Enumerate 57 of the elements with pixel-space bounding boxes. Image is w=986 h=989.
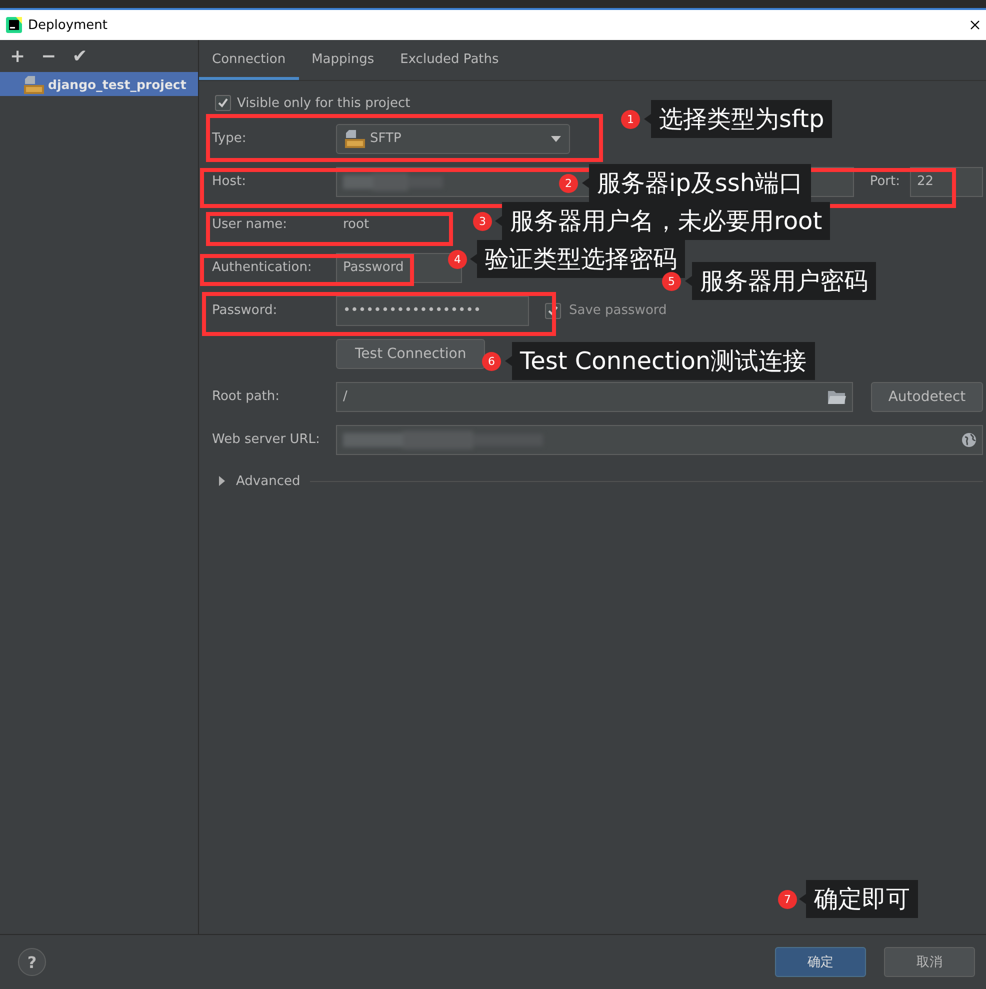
checkbox-label: Save password	[569, 303, 667, 318]
field-label: Type:	[212, 131, 248, 146]
callout-pointer-icon	[685, 276, 692, 286]
annotation-callout: Test Connection测试连接	[512, 342, 815, 380]
step-number: 7	[778, 890, 797, 909]
window-title: Deployment	[28, 18, 109, 32]
annotation-callout: 验证类型选择密码	[477, 240, 685, 278]
step-number: 3	[473, 212, 492, 231]
step-number: 4	[448, 250, 467, 269]
remove-button[interactable]: −	[37, 46, 60, 66]
autodetect-button[interactable]: Autodetect	[871, 382, 983, 412]
step-number: 6	[482, 352, 501, 371]
type-dropdown[interactable]: SFTP	[336, 124, 570, 154]
dropdown-arrow-icon	[551, 136, 561, 142]
callout-pointer-icon	[495, 216, 502, 226]
close-icon	[970, 20, 980, 30]
callout-pointer-icon	[582, 178, 589, 188]
server-icon	[24, 74, 44, 94]
add-button[interactable]: +	[6, 46, 30, 66]
tab[interactable]: Excluded Paths	[387, 40, 512, 80]
step-number: 1	[621, 110, 640, 129]
field-label: Port:	[868, 174, 901, 189]
field-label: Web server URL:	[212, 432, 321, 447]
step-number: 5	[662, 272, 681, 291]
server-item[interactable]: django_test_project	[0, 72, 198, 96]
tab[interactable]: Mappings	[298, 40, 388, 80]
apply-button[interactable]: ✔	[68, 46, 92, 66]
root-path-field[interactable]: /	[336, 382, 853, 412]
callout-pointer-icon	[470, 254, 477, 264]
field-label: Password:	[212, 303, 278, 318]
ok-button[interactable]: 确定	[775, 947, 866, 977]
callout-pointer-icon	[644, 114, 651, 124]
password-field[interactable]: ••••••••••••••••••	[336, 296, 529, 326]
annotation-callout: 选择类型为sftp	[651, 100, 832, 138]
tab[interactable]: Connection	[199, 40, 299, 80]
checkbox[interactable]	[215, 95, 231, 111]
checkbox-label: Visible only for this project	[237, 96, 410, 110]
field-label: Authentication:	[212, 260, 313, 275]
callout-pointer-icon	[799, 894, 806, 904]
callout-pointer-icon	[505, 356, 512, 366]
annotation-callout: 服务器用户密码	[692, 262, 876, 300]
app-icon	[6, 17, 22, 33]
test-connection-button[interactable]: Test Connection	[336, 338, 486, 368]
cancel-button[interactable]: 取消	[884, 947, 975, 977]
folder-icon	[828, 390, 846, 404]
help-button[interactable]: ?	[18, 948, 46, 976]
annotation-callout: 服务器ip及ssh端口	[589, 164, 812, 202]
annotation-callout: 确定即可	[806, 880, 918, 918]
server-icon	[345, 129, 365, 148]
annotation-callout: 服务器用户名，未必要用root	[502, 202, 830, 240]
section-label[interactable]: Advanced	[236, 474, 300, 488]
field-label: Root path:	[212, 389, 281, 404]
user-name-field[interactable]: root	[336, 210, 446, 240]
field-label: User name:	[212, 217, 288, 232]
globe-icon	[962, 432, 976, 446]
web-server-url-field[interactable]	[336, 424, 983, 454]
field-label: Host:	[212, 174, 247, 189]
